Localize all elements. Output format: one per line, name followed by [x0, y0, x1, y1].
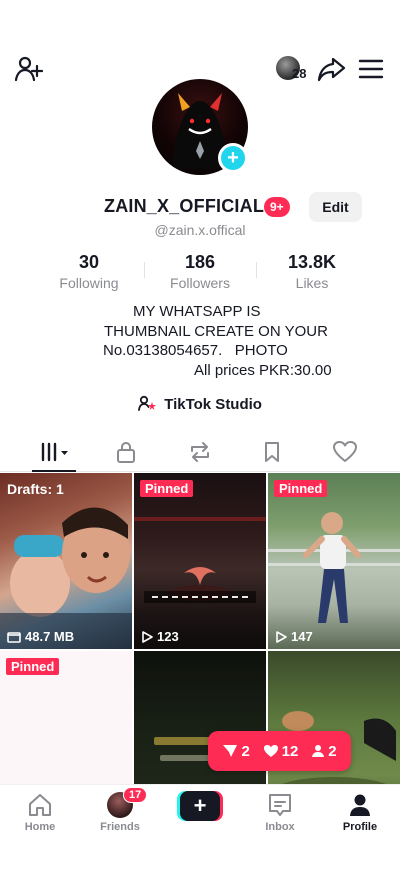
likes-stat: 12 — [263, 742, 299, 760]
studio-icon — [138, 395, 160, 413]
menu-icon[interactable] — [358, 56, 384, 82]
bio-line: THUMBNAIL CREATE ON YOUR — [104, 322, 328, 340]
view-count-value: 123 — [157, 629, 179, 644]
draft-size-value: 48.7 MB — [25, 629, 75, 644]
nav-inbox[interactable]: Inbox — [245, 791, 315, 833]
profile-icon — [350, 794, 370, 816]
activity-pill[interactable]: 2 12 2 — [208, 731, 351, 771]
pinned-badge: Pinned — [6, 658, 60, 675]
pinned-badge: Pinned — [140, 480, 194, 497]
nav-profile-label: Profile — [342, 821, 378, 833]
studio-label: TikTok Studio — [164, 396, 262, 413]
play-icon — [142, 630, 153, 643]
pinned-badge: Pinned — [274, 480, 328, 497]
nav-home[interactable]: Home — [5, 791, 75, 833]
video-thumbnail — [134, 517, 266, 603]
video-thumbnail — [268, 512, 400, 623]
draft-size: 48.7 MB — [7, 629, 74, 644]
story-count: 28 — [292, 66, 307, 81]
bookmark-icon — [265, 442, 279, 462]
home-icon — [29, 794, 51, 816]
heart-icon — [263, 745, 278, 757]
friends-badge: 17 — [123, 787, 148, 803]
profile-stats: 30 Following 186 Followers 13.8K Likes — [0, 252, 400, 292]
view-count-value: 147 — [291, 629, 313, 644]
tab-videos[interactable] — [34, 438, 74, 466]
bio-line: No.03138054657. PHOTO — [103, 342, 288, 359]
videos-grid-icon — [41, 442, 68, 462]
tiktok-studio-link[interactable]: TikTok Studio — [0, 395, 400, 413]
profile-avatar-container[interactable]: + — [152, 79, 248, 175]
heart-icon — [333, 441, 357, 462]
tab-favorites[interactable] — [252, 438, 292, 466]
video-tile[interactable]: Pinned 147 — [268, 473, 400, 649]
lock-icon — [117, 441, 135, 463]
send-icon — [223, 745, 238, 757]
users-count: 2 — [328, 742, 337, 760]
active-tab-indicator — [32, 470, 76, 472]
stat-followers[interactable]: 186 Followers — [145, 252, 255, 291]
inbox-icon — [269, 794, 291, 816]
repost-icon — [191, 442, 209, 462]
nav-home-label: Home — [24, 821, 56, 833]
content-tabs — [0, 432, 400, 472]
following-label: Following — [59, 275, 119, 291]
plus-icon: + — [180, 791, 220, 821]
drafts-thumbnail — [0, 507, 132, 649]
add-user-icon[interactable] — [14, 54, 44, 84]
likes-count-pill: 12 — [281, 742, 299, 760]
view-count: 147 — [275, 629, 313, 644]
tab-private[interactable] — [106, 438, 146, 466]
bio: MY WHATSAPP IS THUMBNAIL CREATE ON YOUR … — [0, 302, 400, 380]
nav-profile[interactable]: Profile — [325, 791, 395, 833]
folder-icon — [7, 631, 21, 643]
users-stat: 2 — [311, 742, 337, 760]
tab-reposts[interactable] — [180, 438, 220, 466]
bio-line: All prices PKR:30.00 — [194, 361, 332, 379]
drafts-tile[interactable]: Drafts: 1 48.7 MB — [0, 473, 132, 649]
person-icon — [312, 745, 325, 757]
play-icon — [276, 630, 287, 643]
shares-count: 2 — [241, 742, 250, 760]
share-icon[interactable] — [316, 54, 346, 84]
video-tile[interactable]: Pinned 123 — [134, 473, 266, 649]
add-photo-button[interactable]: + — [218, 143, 248, 173]
tab-liked[interactable] — [325, 438, 365, 466]
view-count: 123 — [141, 629, 179, 644]
username-row: ZAIN_X_OFFICIAL 9+ Edit — [0, 192, 400, 222]
shares-stat: 2 — [222, 742, 250, 760]
likes-count: 13.8K — [287, 252, 337, 272]
nav-friends[interactable]: 17 Friends — [85, 787, 155, 833]
nav-inbox-label: Inbox — [265, 821, 295, 833]
followers-count: 186 — [184, 252, 216, 272]
notification-badge[interactable]: 9+ — [264, 197, 290, 217]
stat-following[interactable]: 30 Following — [34, 252, 144, 291]
edit-profile-button[interactable]: Edit — [309, 192, 362, 222]
nav-friends-label: Friends — [100, 821, 140, 833]
user-handle: @zain.x.offical — [154, 222, 246, 238]
stat-likes[interactable]: 13.8K Likes — [257, 252, 367, 291]
bio-line: MY WHATSAPP IS — [133, 303, 261, 320]
likes-label: Likes — [295, 275, 329, 291]
bottom-navigation: Home 17 Friends + Inbox Profile — [0, 784, 400, 842]
create-button[interactable]: + — [177, 791, 223, 821]
following-count: 30 — [78, 252, 100, 272]
followers-label: Followers — [170, 275, 230, 291]
drafts-label: Drafts: 1 — [7, 481, 64, 497]
username: ZAIN_X_OFFICIAL — [104, 196, 265, 216]
